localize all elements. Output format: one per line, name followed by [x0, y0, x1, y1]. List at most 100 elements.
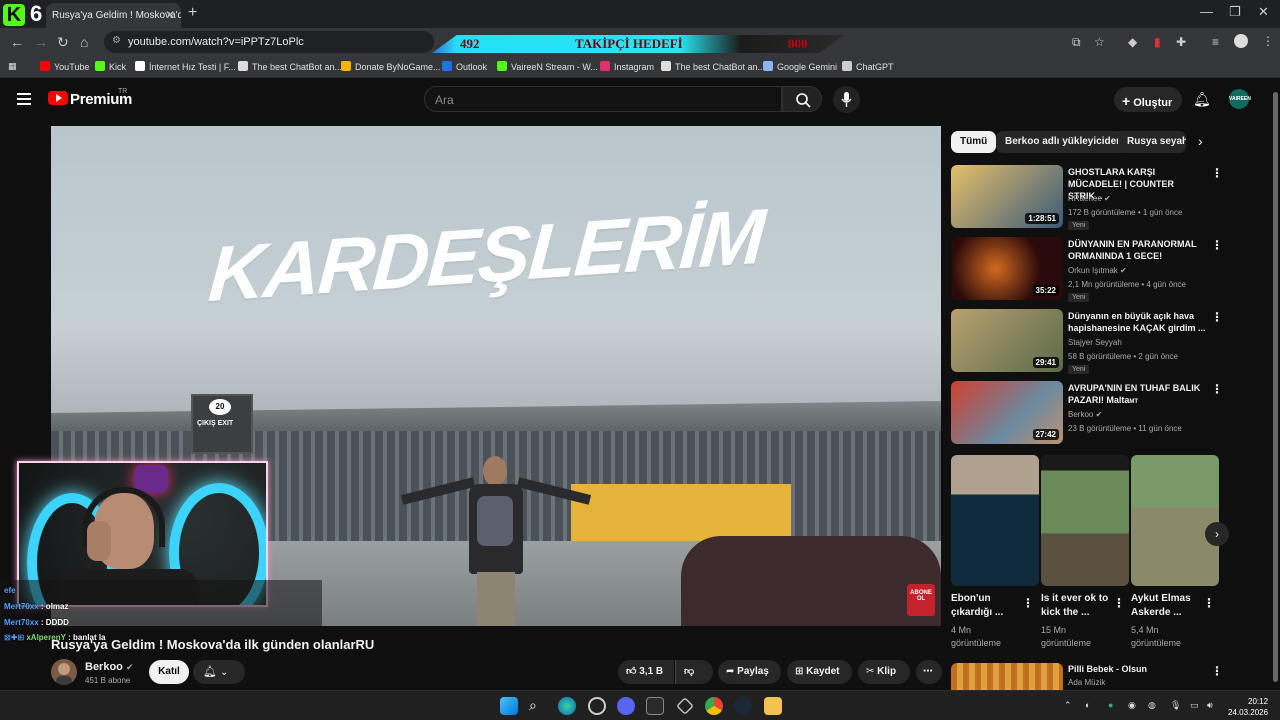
profile-avatar-icon[interactable] [1234, 34, 1248, 48]
system-clock[interactable]: 20:12 24.03.2026 [1228, 696, 1268, 718]
video-channel[interactable]: Berkoo ✔ [1068, 410, 1102, 419]
video-title[interactable]: AVRUPA'NIN EN TUHAF BALIK PAZARI! MaltaM… [1068, 382, 1208, 408]
video-thumbnail[interactable] [951, 663, 1063, 690]
extension-icon[interactable]: ◆ [1128, 35, 1137, 49]
shorts-next-icon[interactable]: › [1205, 522, 1229, 546]
close-window-icon[interactable]: ✕ [1258, 4, 1269, 20]
bookmark-speedtest[interactable]: İnternet Hız Testi | F... [135, 61, 236, 72]
subscribed-notifications-button[interactable]: 🔔︎ ⌄ [193, 660, 245, 684]
short-title[interactable]: Ebon'un çıkardığı ... [951, 592, 1021, 620]
share-button[interactable]: ➦ Paylaş [718, 660, 781, 684]
create-button[interactable]: + Oluştur [1114, 87, 1182, 112]
bookmark-vaireen[interactable]: VaireeN Stream - W... [497, 61, 598, 72]
chrome-icon[interactable] [705, 697, 723, 715]
like-button[interactable]: 👍︎ 3,1 B [618, 660, 674, 684]
discord-icon[interactable] [617, 697, 635, 715]
video-thumbnail[interactable]: 29:41 [951, 309, 1063, 372]
file-explorer-icon[interactable] [764, 697, 782, 715]
short-thumbnail[interactable] [951, 455, 1039, 586]
close-tab-icon[interactable]: ✕ [165, 8, 175, 22]
site-info-icon[interactable]: ⚙ [112, 35, 121, 46]
bookmark-outlook[interactable]: Outlook [442, 61, 487, 72]
hamburger-menu-icon[interactable] [17, 93, 31, 108]
new-tab-icon[interactable]: + [188, 4, 197, 22]
url-field[interactable]: ⚙ youtube.com/watch?v=iPPTz7LoPlc [104, 31, 434, 53]
video-thumbnail[interactable]: 1:28:51 [951, 165, 1063, 228]
apps-grid-icon[interactable]: ▦ [8, 61, 17, 72]
chip-all[interactable]: Tümü [951, 131, 997, 153]
youtube-logo-icon[interactable] [48, 91, 68, 105]
chip-russia-travel[interactable]: Rusya seyaha [1118, 131, 1186, 153]
video-channel[interactable]: Ada Müzik [1068, 678, 1105, 687]
video-menu-icon[interactable]: ⋮ [1211, 382, 1223, 396]
save-button[interactable]: ⊞ Kaydet [787, 660, 852, 684]
cast-icon[interactable]: ⧉ [1072, 35, 1081, 50]
video-channel[interactable]: Stajyer Seyyah [1068, 338, 1122, 347]
extensions-puzzle-icon[interactable]: ✚ [1176, 35, 1186, 49]
reading-list-icon[interactable]: ≡ [1212, 35, 1219, 49]
short-thumbnail[interactable] [1131, 455, 1219, 586]
video-menu-icon[interactable]: ⋮ [1211, 664, 1223, 678]
video-title[interactable]: DÜNYANIN EN PARANORMAL ORMANINDA 1 GECE! [1068, 238, 1208, 262]
mic-tray-icon[interactable]: 🎙︎ [1170, 700, 1181, 711]
short-title[interactable]: Aykut Elmas Askerde ... [1131, 592, 1203, 620]
bookmark-star-icon[interactable]: ☆ [1094, 35, 1105, 49]
channel-name[interactable]: Berkoo ✔ [85, 661, 134, 673]
video-title[interactable]: Dünyanın en büyük açık hava hapishanesin… [1068, 310, 1208, 334]
app-icon[interactable] [588, 697, 606, 715]
short-menu-icon[interactable]: ⋮ [1022, 596, 1034, 610]
more-actions-button[interactable]: ⋯ [916, 660, 942, 684]
bookmark-chatgpt[interactable]: ChatGPT [842, 61, 894, 72]
bookmark-gemini[interactable]: Google Gemini [763, 61, 837, 72]
video-channel[interactable]: Orkun Işıtmak ✔ [1068, 266, 1127, 275]
join-button[interactable]: Katıl [149, 660, 189, 684]
video-menu-icon[interactable]: ⋮ [1211, 238, 1223, 252]
back-icon[interactable]: ← [10, 34, 24, 50]
bookmark-chatbot-2[interactable]: The best ChatBot an... [661, 61, 765, 72]
steam-tray-icon[interactable]: ◍ [1148, 700, 1156, 711]
notifications-bell-icon[interactable]: 🔔︎ [1193, 91, 1211, 108]
browser-menu-icon[interactable]: ⋮ [1262, 34, 1274, 48]
short-menu-icon[interactable]: ⋮ [1113, 596, 1125, 610]
tray-overflow-icon[interactable]: ⌃ [1064, 700, 1072, 711]
video-thumbnail[interactable]: 27:42 [951, 381, 1063, 444]
bookmark-instagram[interactable]: Instagram [600, 61, 654, 72]
volume-icon[interactable]: 🔊︎ [1207, 700, 1213, 711]
reload-icon[interactable]: ↻ [57, 34, 69, 51]
short-menu-icon[interactable]: ⋮ [1203, 596, 1215, 610]
search-icon[interactable]: ⌕ [529, 697, 547, 715]
maximize-icon[interactable]: ❐ [1229, 4, 1241, 20]
scrollbar-thumb[interactable] [1273, 92, 1278, 682]
steam-icon[interactable] [734, 697, 752, 715]
tray-icon[interactable]: ◉ [1128, 700, 1136, 711]
clip-button[interactable]: ✂ Klip [858, 660, 910, 684]
search-input[interactable]: Ara [424, 86, 782, 112]
tray-icon[interactable]: ● [1108, 700, 1113, 710]
network-icon[interactable]: ▭ [1190, 700, 1199, 711]
bookmark-bynogame[interactable]: Donate ByNoGame... [341, 61, 441, 72]
short-title[interactable]: Is it ever ok to kick the ... [1041, 592, 1111, 620]
extension-red-icon[interactable]: ▮ [1154, 35, 1161, 49]
tray-icon[interactable]: ◐ [1085, 700, 1090, 710]
channel-avatar[interactable] [51, 659, 77, 685]
dislike-button[interactable]: 👎︎ [675, 660, 713, 684]
epic-games-icon[interactable] [646, 697, 664, 715]
chip-from-uploader[interactable]: Berkoo adlı yükleyiciden [996, 131, 1132, 153]
account-avatar[interactable]: VAIREEN [1229, 89, 1251, 109]
forward-icon[interactable]: → [34, 34, 48, 50]
chevron-right-icon[interactable]: › [1198, 133, 1203, 149]
bookmark-kick[interactable]: Kick [95, 61, 126, 72]
short-thumbnail[interactable] [1041, 455, 1129, 586]
video-menu-icon[interactable]: ⋮ [1211, 166, 1223, 180]
video-thumbnail[interactable]: 35:22 [951, 237, 1063, 300]
bookmark-youtube[interactable]: YouTube [40, 61, 89, 72]
video-title[interactable]: Pilli Bebek - Olsun [1068, 663, 1208, 675]
video-menu-icon[interactable]: ⋮ [1211, 310, 1223, 324]
windows-start-icon[interactable] [500, 697, 518, 715]
voice-search-button[interactable] [833, 86, 860, 113]
video-channel[interactable]: RRaenee ✔ [1068, 194, 1111, 203]
minimize-icon[interactable]: — [1200, 4, 1213, 19]
bookmark-chatbot-1[interactable]: The best ChatBot an... [238, 61, 342, 72]
search-button[interactable] [782, 86, 822, 112]
edge-icon[interactable] [558, 697, 576, 715]
